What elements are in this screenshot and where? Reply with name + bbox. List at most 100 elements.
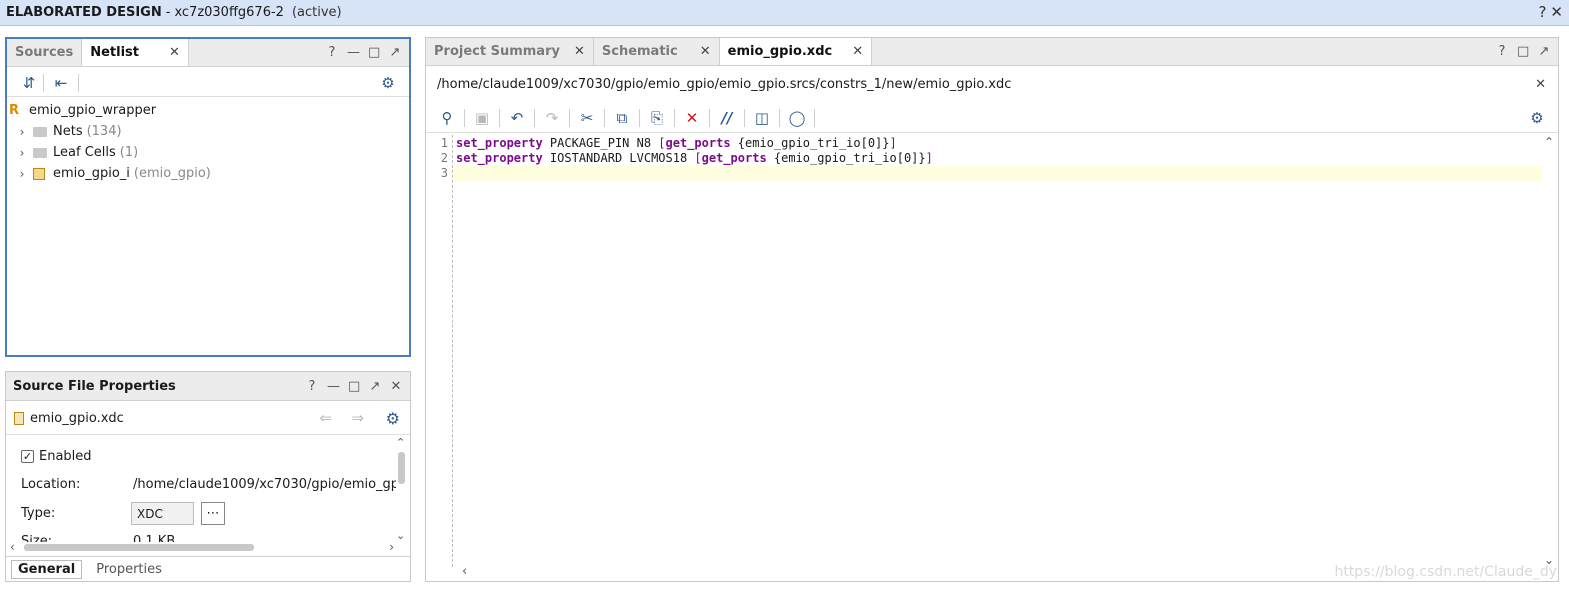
properties-vscrollbar[interactable]: ⌃ ⌄ [395,436,408,542]
type-label: Type: [21,506,56,521]
line-number: 1 [440,136,448,150]
file-row: emio_gpio.xdc ⇐ ⇒ ⚙ [6,402,410,435]
close-icon[interactable]: ✕ [169,45,180,60]
close-icon[interactable]: ✕ [574,44,585,59]
minimize-icon[interactable]: — [327,379,340,394]
chevron-right-icon[interactable]: › [15,146,29,160]
help-icon[interactable]: ? [1538,3,1546,21]
cut-icon[interactable]: ✂ [570,105,604,131]
tree-item-count: (1) [119,145,139,160]
file-name: emio_gpio.xdc [30,410,124,426]
type-value: XDC [131,502,194,525]
panel-title: Source File Properties [13,378,176,394]
code-line: set_property IOSTANDARD LVCMOS18 [get_po… [456,151,933,165]
maximize-icon[interactable]: □ [348,379,360,394]
properties-hscrollbar[interactable]: ‹ › [10,540,394,554]
minimize-icon[interactable]: — [347,45,360,60]
design-title: ELABORATED DESIGN [6,5,162,20]
file-path-bar: /home/claude1009/xc7030/gpio/emio_gpio/e… [426,67,1558,101]
maximize-icon[interactable]: □ [1517,44,1529,59]
properties-content: ✓ Enabled Location: /home/claude1009/xc7… [6,436,396,542]
tree-item-leaf-cells[interactable]: › Leaf Cells (1) [15,142,139,163]
tab-emio-gpio-xdc[interactable]: emio_gpio.xdc ✕ [718,38,873,65]
properties-panel: Source File Properties ? — □ ↗ ✕ emio_gp… [5,371,411,582]
file-path: /home/claude1009/xc7030/gpio/emio_gpio/e… [437,76,1012,92]
float-icon[interactable]: ↗ [369,379,381,394]
undo-icon[interactable]: ↶ [500,105,534,131]
type-more-button[interactable]: ⋯ [201,502,225,525]
folder-icon [33,147,47,158]
gear-icon[interactable]: ⚙ [371,70,405,96]
close-icon[interactable]: ✕ [852,44,863,59]
tree-item-label: Nets [53,124,83,139]
code-area[interactable]: 1 2 3 set_property PACKAGE_PIN N8 [get_p… [426,135,1542,567]
netlist-toolbar: ⇵ ⇤ ⚙ [7,69,409,97]
help-icon[interactable]: ? [306,379,318,394]
current-line-highlight [454,166,1542,181]
tree-item-label: Leaf Cells [53,145,116,160]
line-number: 2 [440,151,448,165]
close-icon[interactable]: ✕ [1535,77,1546,92]
tree-item-nets[interactable]: › Nets (134) [15,121,122,142]
delete-icon[interactable]: ✕ [675,105,709,131]
cell-icon [33,167,45,180]
redo-icon[interactable]: ↷ [535,105,569,131]
watermark: https://blog.csdn.net/Claude_dy [1334,564,1557,580]
float-icon[interactable]: ↗ [389,45,401,60]
netlist-tabbar: Sources Netlist ✕ ? — □ ↗ [7,39,409,67]
forward-arrow-icon[interactable]: ⇒ [351,409,364,427]
rtl-icon: R [9,103,20,118]
close-icon[interactable]: ✕ [1550,3,1563,21]
properties-header: Source File Properties ? — □ ↗ ✕ [6,372,410,401]
tree-root[interactable]: R emio_gpio_wrapper [9,100,156,121]
panel-window-controls: ? — □ ↗ [326,45,401,60]
enabled-checkbox[interactable]: ✓ [21,450,34,463]
editor-vscrollbar[interactable]: ⌃ ⌄ [1542,135,1556,567]
tab-sources[interactable]: Sources [7,39,81,66]
comment-icon[interactable]: // [710,105,744,131]
design-state: (active) [291,5,342,20]
part-name: xc7z030ffg676-2 [174,5,284,20]
tab-project-summary[interactable]: Project Summary ✕ [426,38,593,65]
tree-item-count: (134) [86,124,122,139]
float-icon[interactable]: ↗ [1538,44,1550,59]
maximize-icon[interactable]: □ [368,45,380,60]
collapse-all-icon[interactable]: ⇵ [15,70,43,96]
back-arrow-icon[interactable]: ⇐ [319,409,332,427]
tree-item-label: emio_gpio_i [53,166,130,181]
help-icon[interactable]: ? [326,45,338,60]
expand-all-icon[interactable]: ⇤ [44,70,78,96]
close-icon[interactable]: ✕ [390,379,402,394]
enabled-checkbox-row[interactable]: ✓ Enabled [21,449,92,464]
copy-icon[interactable]: ⧉ [605,105,639,131]
tab-general[interactable]: General [11,559,83,579]
columns-icon[interactable]: ◫ [745,105,779,131]
size-label: Size: [21,534,53,542]
editor-panel: Project Summary ✕ Schematic ✕ emio_gpio.… [425,37,1559,582]
line-number: 3 [440,166,448,180]
save-icon[interactable]: ▣ [465,105,499,131]
chevron-right-icon[interactable]: › [15,125,29,139]
panel-window-controls: ? □ ↗ [1496,44,1550,59]
gear-icon[interactable]: ⚙ [386,409,400,428]
close-icon[interactable]: ✕ [700,44,711,59]
tree-item-count: (emio_gpio) [133,166,211,181]
tab-netlist[interactable]: Netlist ✕ [81,39,189,66]
file-icon [14,411,24,425]
tree-root-label: emio_gpio_wrapper [29,103,157,118]
title-bar: ELABORATED DESIGN - xc7z030ffg676-2 (act… [0,0,1569,26]
location-label: Location: [21,477,81,492]
tab-schematic[interactable]: Schematic ✕ [592,38,719,65]
gear-icon[interactable]: ⚙ [1520,105,1554,131]
title-separator: - [165,5,171,20]
enabled-label: Enabled [39,449,92,464]
panel-window-controls: ? — □ ↗ ✕ [306,379,402,394]
help-icon[interactable]: ? [1496,44,1508,59]
lightbulb-icon[interactable]: ◯ [780,105,814,131]
paste-icon[interactable]: ⎘ [640,105,674,131]
editor-toolbar: ⚲ ▣ ↶ ↷ ✂ ⧉ ⎘ ✕ // ◫ ◯ ⚙ [426,103,1558,133]
chevron-right-icon[interactable]: › [15,167,29,181]
tree-item-emio-gpio-i[interactable]: › emio_gpio_i (emio_gpio) [15,163,211,184]
tab-properties[interactable]: Properties [82,561,176,578]
search-icon[interactable]: ⚲ [430,105,464,131]
